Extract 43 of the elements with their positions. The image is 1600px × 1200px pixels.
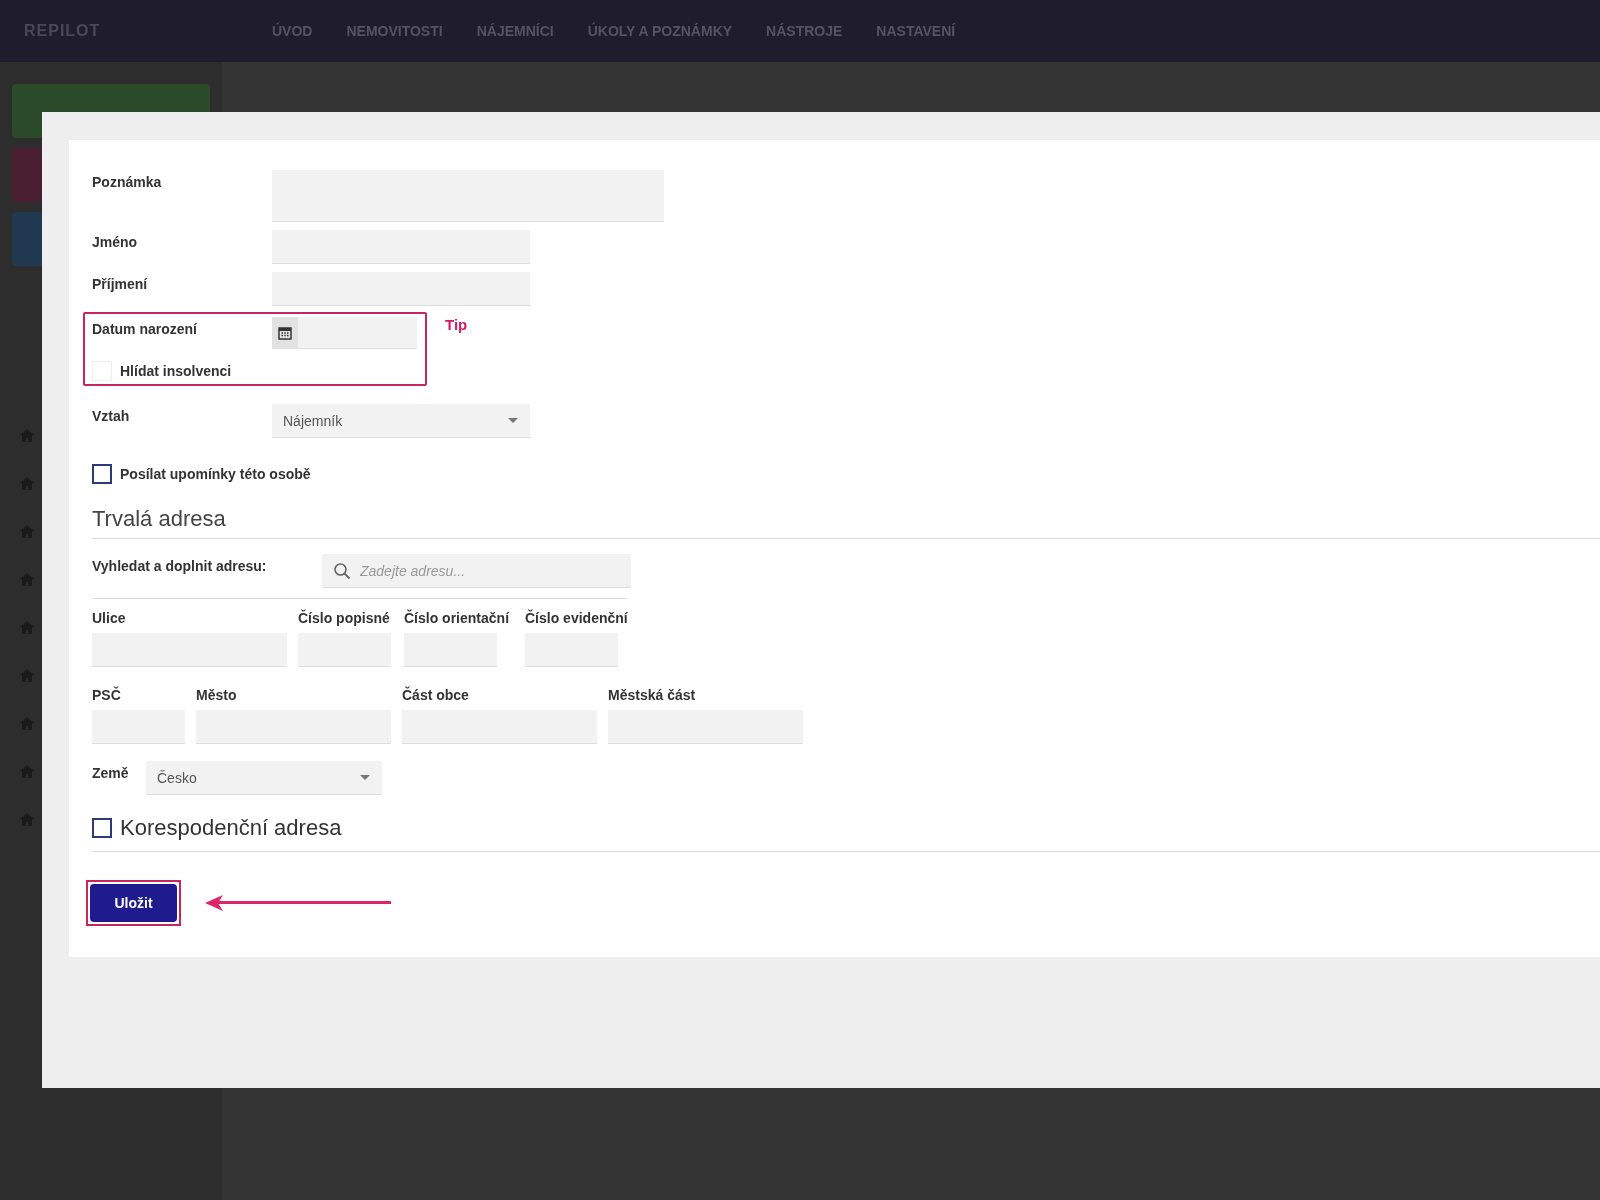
address-field[interactable] <box>196 710 391 744</box>
section-heading: Trvalá adresa <box>92 506 227 532</box>
field-label: Ulice <box>92 610 127 626</box>
date-field[interactable] <box>272 317 417 349</box>
address-field[interactable] <box>402 710 597 744</box>
address-field[interactable] <box>92 633 287 667</box>
address-field[interactable] <box>404 633 497 667</box>
checkbox-label: Korespodenční adresa <box>120 815 342 841</box>
first-name-field[interactable] <box>272 230 530 264</box>
field-label: Městská část <box>608 687 697 703</box>
address-field[interactable] <box>92 710 185 744</box>
checkbox[interactable] <box>92 818 112 838</box>
address-field[interactable] <box>298 633 391 667</box>
field-label: Země <box>92 764 130 781</box>
country-select[interactable]: Česko <box>146 761 382 795</box>
caret-icon <box>360 775 370 780</box>
checkbox-label: Hlídat insolvenci <box>120 363 232 379</box>
caret-icon <box>508 418 518 423</box>
field-label: Vztah <box>92 407 131 424</box>
checkbox-label: Posílat upomínky této osobě <box>120 466 311 482</box>
arrow-icon <box>203 893 393 913</box>
field-label: Vyhledat a doplnit adresu: <box>92 557 268 574</box>
field-label: Číslo orientační <box>404 610 511 626</box>
address-field[interactable] <box>608 710 803 744</box>
address-search-field[interactable]: Zadejte adresu... <box>322 554 631 588</box>
checkbox[interactable] <box>92 464 112 484</box>
annotation-text: Tip <box>445 315 468 333</box>
field-label: Příjmení <box>92 275 149 292</box>
save-button[interactable]: Uložit <box>90 884 177 922</box>
field-label: Datum narození <box>92 320 198 337</box>
relation-select[interactable]: Nájemník <box>272 404 530 438</box>
field-label: Jméno <box>92 233 139 250</box>
search-icon <box>333 562 351 580</box>
field-label: Část obce <box>402 687 470 703</box>
field-label: Číslo popisné <box>298 610 391 626</box>
address-field[interactable] <box>525 633 618 667</box>
note-textarea[interactable] <box>272 170 664 222</box>
last-name-field[interactable] <box>272 272 530 306</box>
calendar-icon[interactable] <box>272 316 298 349</box>
field-label: Poznámka <box>92 173 163 190</box>
field-label: Číslo evidenční <box>525 610 629 626</box>
field-label: Město <box>196 687 238 703</box>
field-label: PSČ <box>92 687 122 703</box>
